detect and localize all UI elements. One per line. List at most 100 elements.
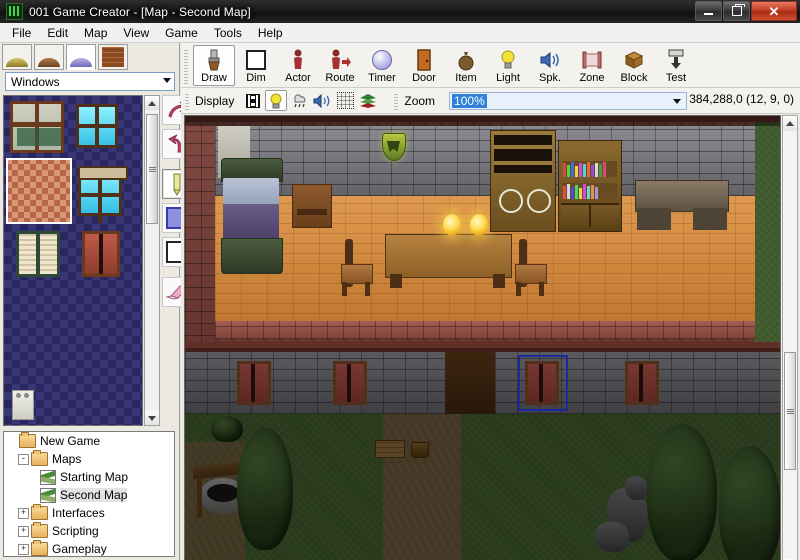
tool-door-label: Door bbox=[412, 72, 436, 84]
tile-palette[interactable] bbox=[3, 95, 143, 426]
tool-light-button[interactable]: Light bbox=[487, 45, 529, 86]
category-combobox[interactable]: Windows bbox=[5, 72, 175, 91]
grip-icon bbox=[787, 409, 794, 414]
tree-expander-plus[interactable]: + bbox=[18, 526, 29, 537]
film-layers-toggle[interactable] bbox=[242, 90, 264, 111]
palette-tile-selected[interactable] bbox=[6, 158, 72, 224]
menu-edit[interactable]: Edit bbox=[39, 24, 76, 42]
tree-node-new-game[interactable]: New Game bbox=[4, 432, 174, 450]
toolbar-grip[interactable] bbox=[184, 48, 188, 84]
zoom-combobox[interactable]: 100% bbox=[449, 92, 687, 110]
tool-light-label: Light bbox=[496, 72, 520, 84]
menu-map[interactable]: Map bbox=[76, 24, 115, 42]
project-tree[interactable]: New Game - Maps Starting Map Second Map … bbox=[3, 431, 175, 557]
palette-tile[interactable] bbox=[12, 390, 34, 420]
tool-timer-button[interactable]: Timer bbox=[361, 45, 403, 86]
weather-toggle[interactable] bbox=[288, 90, 310, 111]
film-icon bbox=[245, 93, 261, 109]
chair-seat-right[interactable] bbox=[515, 264, 547, 284]
terrain-tab-yellow[interactable] bbox=[2, 44, 32, 70]
palette-tile[interactable] bbox=[16, 231, 60, 277]
speaker-icon bbox=[313, 94, 331, 108]
bookshelf[interactable] bbox=[558, 140, 622, 232]
zoom-value: 100% bbox=[452, 94, 487, 108]
zoom-grip[interactable] bbox=[394, 92, 398, 110]
money-bag-icon bbox=[457, 48, 475, 72]
display-bar-grip[interactable] bbox=[185, 92, 189, 110]
palette-tile[interactable] bbox=[82, 231, 120, 277]
tool-block-button[interactable]: Block bbox=[613, 45, 655, 86]
tool-speaker-button[interactable]: Spk. bbox=[529, 45, 571, 86]
app-barcode-icon bbox=[6, 3, 23, 20]
tree-node-interfaces[interactable]: + Interfaces bbox=[4, 504, 174, 522]
title-bar: 001 Game Creator - [Map - Second Map] ✕ bbox=[0, 0, 800, 23]
tool-zone-button[interactable]: Zone bbox=[571, 45, 613, 86]
bed-pillow[interactable] bbox=[223, 178, 279, 206]
menu-game[interactable]: Game bbox=[157, 24, 206, 42]
menu-file[interactable]: File bbox=[4, 24, 39, 42]
material-tab-strip bbox=[2, 44, 130, 70]
palette-scroll-down-button[interactable] bbox=[145, 411, 159, 425]
lighting-toggle[interactable] bbox=[265, 90, 287, 111]
restore-button[interactable] bbox=[723, 1, 750, 21]
terrain-tab-brick[interactable] bbox=[98, 44, 128, 70]
minimize-button[interactable] bbox=[695, 1, 722, 21]
chair-leg bbox=[539, 282, 544, 296]
palette-scroll-thumb[interactable] bbox=[146, 114, 158, 224]
tree-expander-plus[interactable]: + bbox=[18, 508, 29, 519]
terrain-tab-brown[interactable] bbox=[34, 44, 64, 70]
clock-sphere-icon bbox=[372, 48, 392, 72]
light-source[interactable] bbox=[470, 214, 488, 236]
tool-test-button[interactable]: Test bbox=[655, 45, 697, 86]
tree-node-second-map[interactable]: Second Map bbox=[4, 486, 174, 504]
display-label: Display bbox=[195, 94, 234, 108]
palette-scroll-up-button[interactable] bbox=[145, 96, 159, 110]
category-value: Windows bbox=[11, 75, 60, 89]
terrain-tab-purple[interactable] bbox=[66, 44, 96, 70]
folder-icon bbox=[31, 524, 48, 538]
book-row bbox=[563, 183, 617, 199]
map-vertical-scroll-thumb[interactable] bbox=[784, 352, 796, 470]
bed-quilt[interactable] bbox=[223, 204, 279, 240]
light-source[interactable] bbox=[443, 214, 461, 236]
palette-tile[interactable] bbox=[76, 104, 118, 148]
menu-view[interactable]: View bbox=[115, 24, 157, 42]
tree-node-gameplay[interactable]: + Gameplay bbox=[4, 540, 174, 557]
palette-scrollbar[interactable] bbox=[144, 95, 160, 426]
table-leg bbox=[493, 274, 505, 288]
menu-help[interactable]: Help bbox=[250, 24, 291, 42]
tool-draw-button[interactable]: Draw bbox=[193, 45, 235, 86]
table-leg bbox=[390, 274, 402, 288]
tool-actor-button[interactable]: Actor bbox=[277, 45, 319, 86]
menu-tools[interactable]: Tools bbox=[206, 24, 250, 42]
tool-door-button[interactable]: Door bbox=[403, 45, 445, 86]
layers-toggle[interactable] bbox=[357, 90, 379, 111]
dining-table[interactable] bbox=[385, 234, 512, 278]
folder-icon bbox=[31, 506, 48, 520]
white-square-icon bbox=[246, 48, 266, 72]
tree-expander-minus[interactable]: - bbox=[18, 454, 29, 465]
tree-node-maps[interactable]: - Maps bbox=[4, 450, 174, 468]
cabinet[interactable] bbox=[490, 130, 556, 232]
tree-expander-plus[interactable]: + bbox=[18, 544, 29, 555]
grid-toggle[interactable] bbox=[334, 90, 356, 111]
tool-timer-label: Timer bbox=[368, 72, 396, 84]
tree-node-label: Maps bbox=[52, 452, 81, 466]
interior-floor-trim bbox=[215, 321, 755, 339]
palette-tile[interactable] bbox=[10, 101, 64, 153]
map-canvas[interactable] bbox=[184, 115, 781, 560]
bed-footboard[interactable] bbox=[221, 238, 283, 274]
tree-node-starting-map[interactable]: Starting Map bbox=[4, 468, 174, 486]
tree-node-scripting[interactable]: + Scripting bbox=[4, 522, 174, 540]
tool-item-button[interactable]: Item bbox=[445, 45, 487, 86]
chair-seat-left[interactable] bbox=[341, 264, 373, 284]
sound-toggle[interactable] bbox=[311, 90, 333, 111]
close-button[interactable]: ✕ bbox=[751, 1, 797, 21]
map-viewport[interactable] bbox=[185, 116, 780, 560]
tool-dim-button[interactable]: Dim bbox=[235, 45, 277, 86]
palette-tile[interactable] bbox=[78, 166, 122, 216]
map-scroll-up-button[interactable] bbox=[783, 116, 797, 131]
tool-route-button[interactable]: Route bbox=[319, 45, 361, 86]
map-vertical-scrollbar[interactable] bbox=[782, 115, 798, 560]
nightstand[interactable] bbox=[292, 184, 332, 228]
